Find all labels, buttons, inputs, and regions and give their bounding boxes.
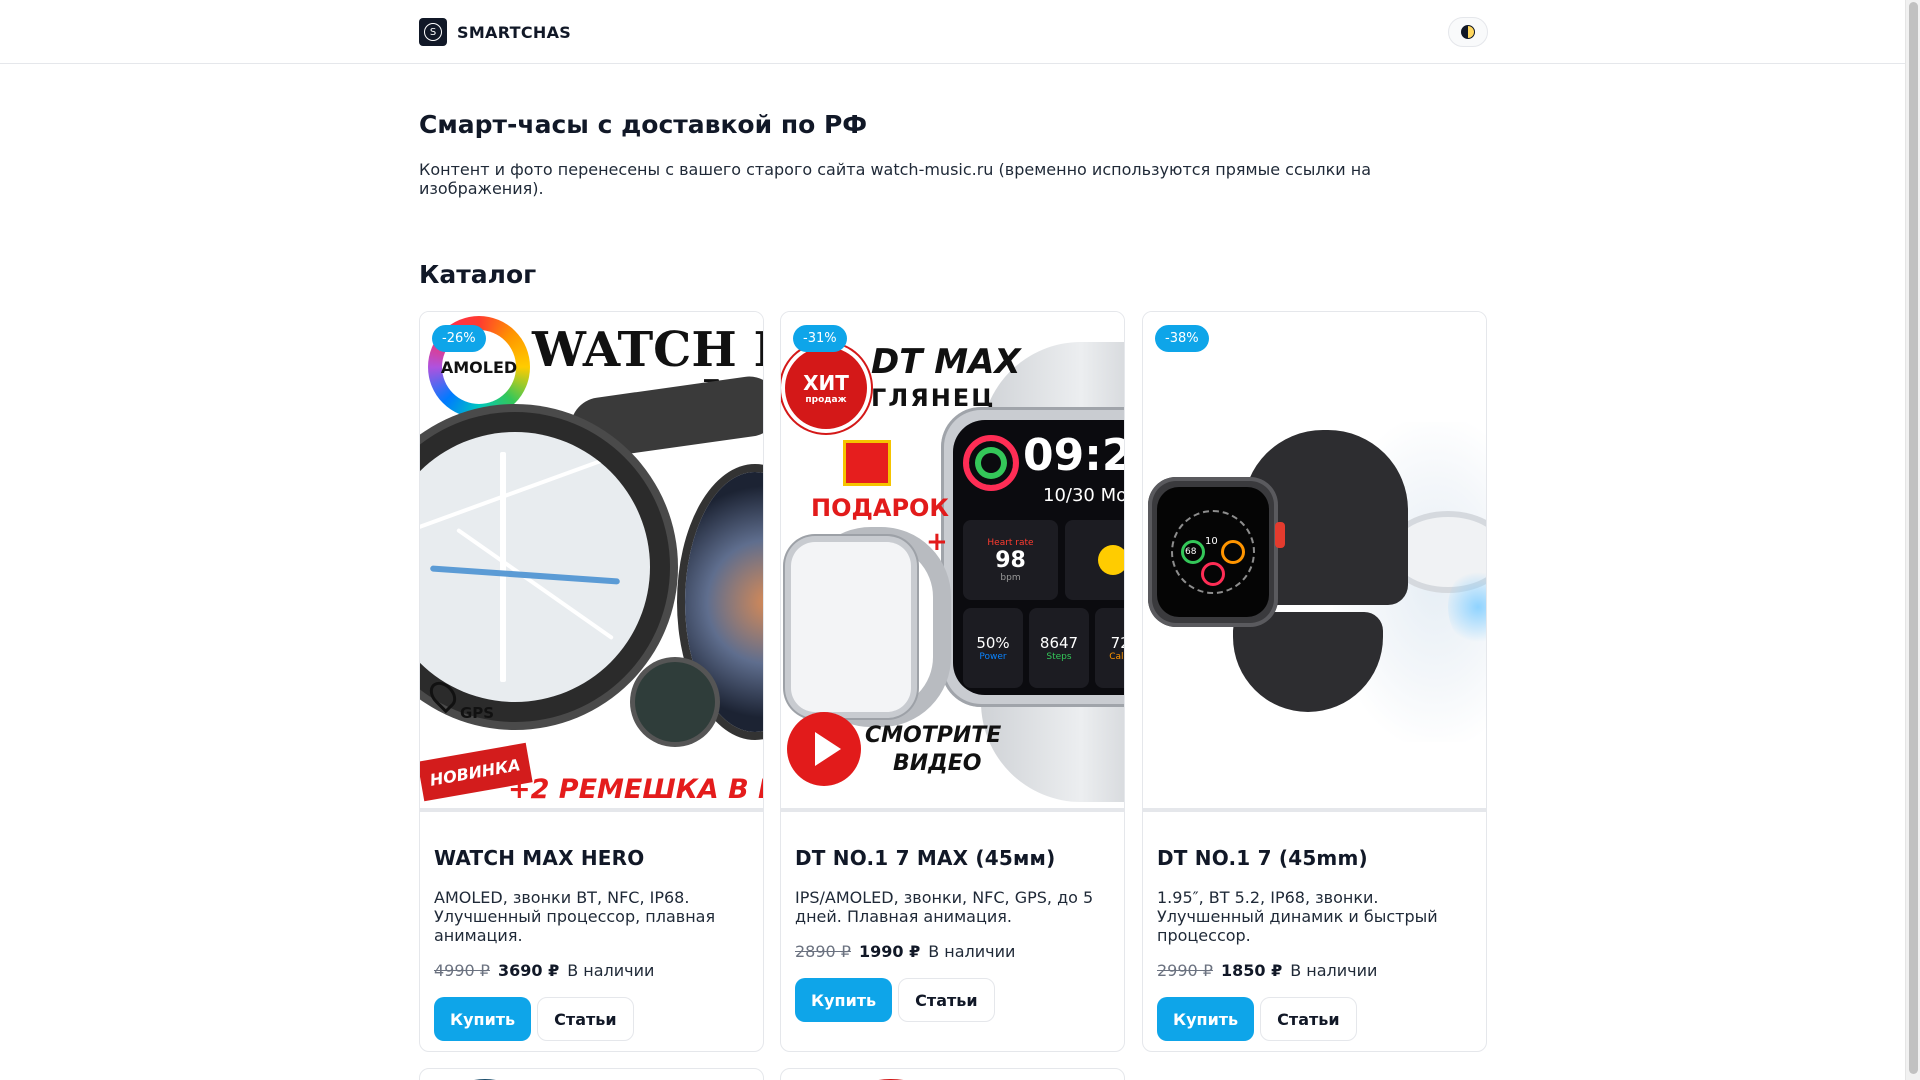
product-card-next[interactable]: [419, 1068, 764, 1080]
old-price: 2990 ₽: [1157, 961, 1213, 980]
heart-rate-value: 98: [995, 547, 1026, 573]
watch-video-label: СМОТРИТЕ ВИДЕО: [865, 722, 1001, 778]
scrollbar-thumb[interactable]: [1909, 2, 1918, 1074]
brand-link[interactable]: S SMARTCHAS: [419, 18, 571, 46]
discount-badge: -26%: [432, 325, 486, 352]
watch-video-line1: СМОТРИТЕ: [865, 723, 1002, 748]
steps-label: Steps: [1046, 652, 1072, 662]
activity-rings-icon: [963, 435, 1019, 491]
watch-crown: [1275, 522, 1285, 548]
heart-rate-label: Heart rate: [987, 537, 1034, 548]
discount-badge: -31%: [793, 325, 847, 352]
buy-button[interactable]: Купить: [434, 997, 532, 1041]
watch-screen: 09:26 10/30 Mon Heart rate 98 bpm 50% Po…: [953, 420, 1124, 695]
weather-tile: [1065, 520, 1124, 600]
calorie-tile: 725 Calorie: [1095, 608, 1124, 688]
stock-status: В наличии: [1290, 961, 1378, 980]
weather-icon: [1097, 545, 1124, 575]
current-price: 1990 ₽: [858, 942, 921, 961]
watch-video-line2: ВИДЕО: [893, 751, 982, 776]
image-title: DT MAX: [871, 342, 1021, 382]
current-price: 1850 ₽: [1220, 961, 1283, 980]
charger: [635, 662, 715, 742]
stock-status: В наличии: [567, 961, 655, 980]
sub-dial: [1201, 562, 1225, 586]
site-header: S SMARTCHAS: [0, 0, 1905, 64]
dial-number: 10: [1205, 536, 1218, 547]
logo-letter: S: [424, 23, 442, 41]
old-price: 4990 ₽: [434, 961, 490, 980]
steps-value: 8647: [1039, 634, 1079, 652]
buy-button[interactable]: Купить: [1157, 997, 1255, 1041]
sub-dial: [1221, 540, 1245, 564]
catalog-title: Каталог: [419, 260, 537, 289]
discount-badge: -38%: [1155, 325, 1209, 352]
calorie-value: 725: [1110, 634, 1124, 652]
watch-time: 09:26: [1023, 430, 1124, 481]
heart-rate-tile: Heart rate 98 bpm: [963, 520, 1058, 600]
bestseller-badge: ХИТ продаж: [785, 347, 867, 429]
power-tile: 50% Power: [963, 608, 1023, 688]
watch-date: 10/30 Mon: [1043, 485, 1124, 506]
page-intro: Контент и фото перенесены с вашего старо…: [419, 160, 1372, 198]
product-name[interactable]: WATCH MAX HERO: [434, 846, 749, 870]
play-icon[interactable]: [787, 712, 861, 786]
page: S SMARTCHAS Смарт-часы с доставкой по РФ…: [0, 0, 1905, 1080]
articles-button[interactable]: Статьи: [537, 997, 634, 1041]
current-price: 3690 ₽: [497, 961, 560, 980]
product-card: -26% AMOLED WATCH H MA GPS НОВИНКА +2 РЕ…: [419, 311, 764, 1052]
product-name[interactable]: DT NO.1 7 (45mm): [1157, 846, 1472, 870]
product-description: 1.95″, BT 5.2, IP68, звонки. Улучшенный …: [1157, 888, 1438, 945]
bestseller-subtext: продаж: [805, 395, 847, 405]
bestseller-text: ХИТ: [803, 371, 849, 395]
power-value: 50%: [976, 634, 1010, 652]
old-price: 2890 ₽: [795, 942, 851, 961]
steps-tile: 8647 Steps: [1029, 608, 1089, 688]
price-row: 2990 ₽ 1850 ₽ В наличии: [1157, 961, 1472, 980]
product-image[interactable]: -31% ХИТ продаж DT MAX ГЛЯНЕЦ 09:26 10/3…: [781, 312, 1124, 812]
price-row: 4990 ₽ 3690 ₽ В наличии: [434, 961, 749, 980]
product-description: IPS/AMOLED, звонки, NFC, GPS, до 5 дней.…: [795, 888, 1094, 926]
price-row: 2890 ₽ 1990 ₽ В наличии: [795, 942, 1110, 961]
articles-button[interactable]: Статьи: [898, 978, 995, 1022]
logo-icon: S: [419, 18, 447, 46]
product-card-next[interactable]: [780, 1068, 1125, 1080]
image-bottom-text: +2 РЕМЕШКА В ПОД: [508, 774, 763, 805]
product-image[interactable]: -26% AMOLED WATCH H MA GPS НОВИНКА +2 РЕ…: [420, 312, 763, 812]
gift-icon: [843, 440, 891, 486]
product-image[interactable]: -38% 10 68: [1143, 312, 1486, 812]
sub-dial-number: 68: [1185, 547, 1197, 557]
calorie-label: Calorie: [1109, 652, 1124, 662]
articles-button[interactable]: Статьи: [1260, 997, 1357, 1041]
power-label: Power: [979, 652, 1007, 662]
gift-label: ПОДАРОК: [811, 494, 950, 522]
product-name[interactable]: DT NO.1 7 MAX (45мм): [795, 846, 1110, 870]
heart-rate-unit: bpm: [1000, 572, 1021, 583]
product-description: AMOLED, звонки BT, NFC, IP68. Улучшенный…: [434, 888, 716, 945]
buy-button[interactable]: Купить: [795, 978, 893, 1022]
theme-toggle-button[interactable]: [1448, 17, 1488, 47]
mesh-watch: [791, 542, 911, 712]
product-card: -38% 10 68 DT NO.1 7 (45mm) 1.95″, BT 5.…: [1142, 311, 1487, 1052]
product-card: -31% ХИТ продаж DT MAX ГЛЯНЕЦ 09:26 10/3…: [780, 311, 1125, 1052]
page-scrollbar[interactable]: [1905, 0, 1920, 1080]
brand-name: SMARTCHAS: [457, 22, 572, 42]
page-title: Смарт-часы с доставкой по РФ: [419, 110, 868, 139]
gps-label: GPS: [460, 704, 495, 722]
half-moon-icon: [1461, 25, 1475, 39]
stock-status: В наличии: [928, 942, 1016, 961]
